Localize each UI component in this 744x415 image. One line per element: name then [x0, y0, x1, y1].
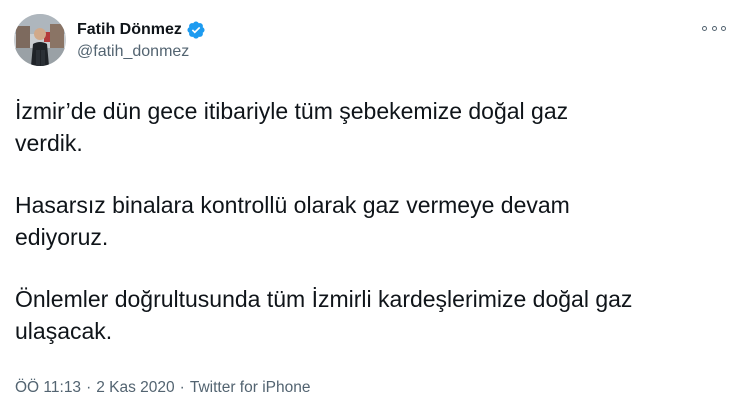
tweet-paragraph: Hasarsız binalara kontrollü olarak gaz v…	[15, 192, 570, 250]
meta-separator: ·	[179, 379, 185, 396]
avatar[interactable]	[14, 14, 66, 66]
dot-icon	[702, 25, 707, 31]
tweet-source[interactable]: Twitter for iPhone	[190, 379, 311, 397]
tweet-date[interactable]: 2 Kas 2020	[96, 379, 174, 397]
dot-icon	[711, 25, 717, 31]
tweet-header: Fatih Dönmez @fatih_donmez	[14, 14, 728, 74]
avatar-photo	[14, 14, 66, 66]
name-row: Fatih Dönmez	[77, 19, 206, 41]
display-name[interactable]: Fatih Dönmez	[77, 21, 182, 39]
tweet-time[interactable]: ÖÖ 11:13	[15, 379, 81, 397]
tweet-card: Fatih Dönmez @fatih_donmez İzmir’de dün …	[0, 0, 744, 415]
tweet-paragraph: İzmir’de dün gece itibariyle tüm şebekem…	[15, 98, 569, 156]
tweet-metadata: ÖÖ 11:13 · 2 Kas 2020 · Twitter for iPho…	[15, 379, 310, 397]
author-identity: Fatih Dönmez @fatih_donmez	[77, 19, 206, 61]
author-handle[interactable]: @fatih_donmez	[77, 43, 206, 61]
meta-separator: ·	[86, 379, 92, 396]
more-options-icon[interactable]	[702, 20, 726, 36]
verified-badge-icon	[186, 20, 206, 40]
tweet-text: İzmir’de dün gece itibariyle tüm şebekem…	[14, 95, 735, 347]
dot-icon	[721, 25, 726, 31]
tweet-paragraph: Önlemler doğrultusunda tüm İzmirli karde…	[15, 286, 633, 344]
